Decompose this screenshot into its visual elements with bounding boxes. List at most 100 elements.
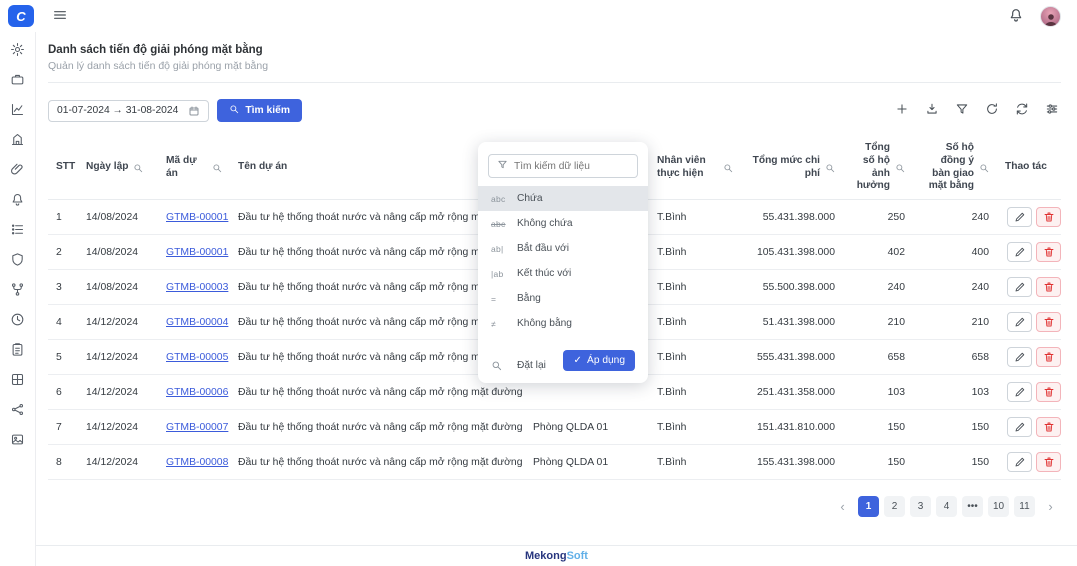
cell-chi-phi: 55.500.398.000 bbox=[741, 270, 843, 305]
date-range-input[interactable]: 01-07-2024 → 31-08-2024 bbox=[48, 100, 209, 122]
cell-actions bbox=[997, 305, 1061, 340]
sidebar-item-security[interactable] bbox=[7, 250, 29, 272]
sidebar-item-notifications[interactable] bbox=[7, 190, 29, 212]
filter-options-list: abcChứaabcKhông chứa ab| Bắt đầu với |abKết… bbox=[478, 186, 648, 336]
sidebar-item-documents[interactable] bbox=[7, 340, 29, 362]
sidebar-item-tasks[interactable] bbox=[7, 220, 29, 242]
delete-button[interactable] bbox=[1036, 312, 1061, 332]
notifications-button[interactable] bbox=[1008, 7, 1024, 26]
sidebar-item-modules[interactable] bbox=[7, 370, 29, 392]
sync-icon bbox=[1015, 102, 1029, 119]
delete-button[interactable] bbox=[1036, 347, 1061, 367]
user-avatar[interactable] bbox=[1040, 6, 1061, 27]
delete-button[interactable] bbox=[1036, 207, 1061, 227]
add-button[interactable] bbox=[893, 102, 911, 120]
project-code-link[interactable]: GTMB-00006 bbox=[166, 387, 228, 398]
cell-tong-ho: 103 bbox=[843, 375, 913, 410]
sidebar-item-integrations[interactable] bbox=[7, 400, 29, 422]
cell-ten-du-an: Đầu tư hệ thống thoát nước và nâng cấp m… bbox=[230, 445, 525, 480]
pagination-prev[interactable]: ‹ bbox=[832, 496, 853, 517]
filter-reset-option[interactable]: Đặt lại bbox=[491, 360, 546, 371]
filter-option[interactable]: abcChứa bbox=[478, 186, 648, 211]
refresh-button[interactable] bbox=[983, 102, 1001, 120]
option-label: Kết thúc với bbox=[517, 268, 571, 279]
filter-option[interactable]: |abKết thúc với bbox=[478, 261, 648, 286]
pagination-page-1[interactable]: 1 bbox=[858, 496, 879, 517]
column-label: Số hộ đồng ý bàn giao mặt bằng bbox=[921, 142, 974, 193]
sidebar-item-history[interactable] bbox=[7, 310, 29, 332]
delete-button[interactable] bbox=[1036, 452, 1061, 472]
edit-button[interactable] bbox=[1007, 242, 1032, 262]
delete-button[interactable] bbox=[1036, 277, 1061, 297]
bell-icon bbox=[10, 192, 25, 210]
cell-chi-phi: 105.431.398.000 bbox=[741, 235, 843, 270]
filter-option[interactable]: ≠Không bằng bbox=[478, 311, 648, 336]
pagination-next[interactable]: › bbox=[1040, 496, 1061, 517]
delete-button[interactable] bbox=[1036, 242, 1061, 262]
option-icon: ab| bbox=[491, 244, 508, 254]
column-search-icon[interactable] bbox=[895, 163, 905, 173]
cell-ma-du-an: GTMB-00001 bbox=[158, 200, 230, 235]
delete-button[interactable] bbox=[1036, 382, 1061, 402]
project-code-link[interactable]: GTMB-00008 bbox=[166, 457, 228, 468]
column-label: Tên dự án bbox=[238, 161, 287, 174]
pagination-ellipsis[interactable]: ••• bbox=[962, 496, 983, 517]
cell-dong-y: 240 bbox=[913, 200, 997, 235]
topbar: C bbox=[0, 0, 1077, 32]
cell-tong-ho: 250 bbox=[843, 200, 913, 235]
sidebar-item-attachments[interactable] bbox=[7, 160, 29, 182]
column-settings-button[interactable] bbox=[1043, 102, 1061, 120]
column-search-icon[interactable] bbox=[133, 163, 143, 173]
edit-button[interactable] bbox=[1007, 347, 1032, 367]
sidebar-item-settings[interactable] bbox=[7, 40, 29, 62]
delete-button[interactable] bbox=[1036, 417, 1061, 437]
filter-option[interactable]: ab| Bắt đầu với bbox=[478, 236, 648, 261]
project-code-link[interactable]: GTMB-00007 bbox=[166, 422, 228, 433]
sidebar-item-workflow[interactable] bbox=[7, 280, 29, 302]
export-button[interactable] bbox=[923, 102, 941, 120]
cell-actions bbox=[997, 200, 1061, 235]
column-search-icon[interactable] bbox=[979, 163, 989, 173]
project-code-link[interactable]: GTMB-00004 bbox=[166, 317, 228, 328]
sync-button[interactable] bbox=[1013, 102, 1031, 120]
cell-actions bbox=[997, 445, 1061, 480]
cell-stt: 5 bbox=[48, 340, 78, 375]
sidebar-item-projects[interactable] bbox=[7, 70, 29, 92]
cell-actions bbox=[997, 270, 1061, 305]
apply-filter-button[interactable]: ✓ Áp dụng bbox=[563, 350, 635, 371]
edit-button[interactable] bbox=[1007, 452, 1032, 472]
table-row: 714/12/2024GTMB-00007Đầu tư hệ thống tho… bbox=[48, 410, 1061, 445]
pagination-page-11[interactable]: 11 bbox=[1014, 496, 1035, 517]
project-code-link[interactable]: GTMB-00001 bbox=[166, 212, 228, 223]
hamburger-menu-button[interactable] bbox=[52, 7, 68, 26]
edit-button[interactable] bbox=[1007, 207, 1032, 227]
column-search-icon[interactable] bbox=[723, 163, 733, 173]
edit-button[interactable] bbox=[1007, 382, 1032, 402]
cell-nhan-vien: T.Bình bbox=[649, 340, 741, 375]
edit-button[interactable] bbox=[1007, 277, 1032, 297]
sidebar-item-media[interactable] bbox=[7, 430, 29, 452]
project-code-link[interactable]: GTMB-00001 bbox=[166, 247, 228, 258]
pagination-page-4[interactable]: 4 bbox=[936, 496, 957, 517]
column-search-icon[interactable] bbox=[212, 163, 222, 173]
filter-option[interactable]: abcKhông chứa bbox=[478, 211, 648, 236]
project-code-link[interactable]: GTMB-00003 bbox=[166, 282, 228, 293]
pagination-page-10[interactable]: 10 bbox=[988, 496, 1009, 517]
project-code-link[interactable]: GTMB-00005 bbox=[166, 352, 228, 363]
pagination-page-2[interactable]: 2 bbox=[884, 496, 905, 517]
edit-button[interactable] bbox=[1007, 417, 1032, 437]
filter-option[interactable]: =Bằng bbox=[478, 286, 648, 311]
cell-chi-phi: 555.431.398.000 bbox=[741, 340, 843, 375]
option-label: Bắt đầu với bbox=[517, 243, 569, 254]
cell-chi-phi: 251.431.358.000 bbox=[741, 375, 843, 410]
sidebar-item-organization[interactable] bbox=[7, 130, 29, 152]
sidebar-item-reports[interactable] bbox=[7, 100, 29, 122]
edit-button[interactable] bbox=[1007, 312, 1032, 332]
pagination-page-3[interactable]: 3 bbox=[910, 496, 931, 517]
column-search-icon[interactable] bbox=[825, 163, 835, 173]
filter-search-input[interactable] bbox=[514, 161, 629, 172]
filter-search-box[interactable] bbox=[488, 154, 638, 178]
filter-button[interactable] bbox=[953, 102, 971, 120]
page-title: Danh sách tiến độ giải phóng mặt bằng bbox=[48, 44, 1061, 56]
search-button[interactable]: Tìm kiếm bbox=[217, 99, 302, 122]
